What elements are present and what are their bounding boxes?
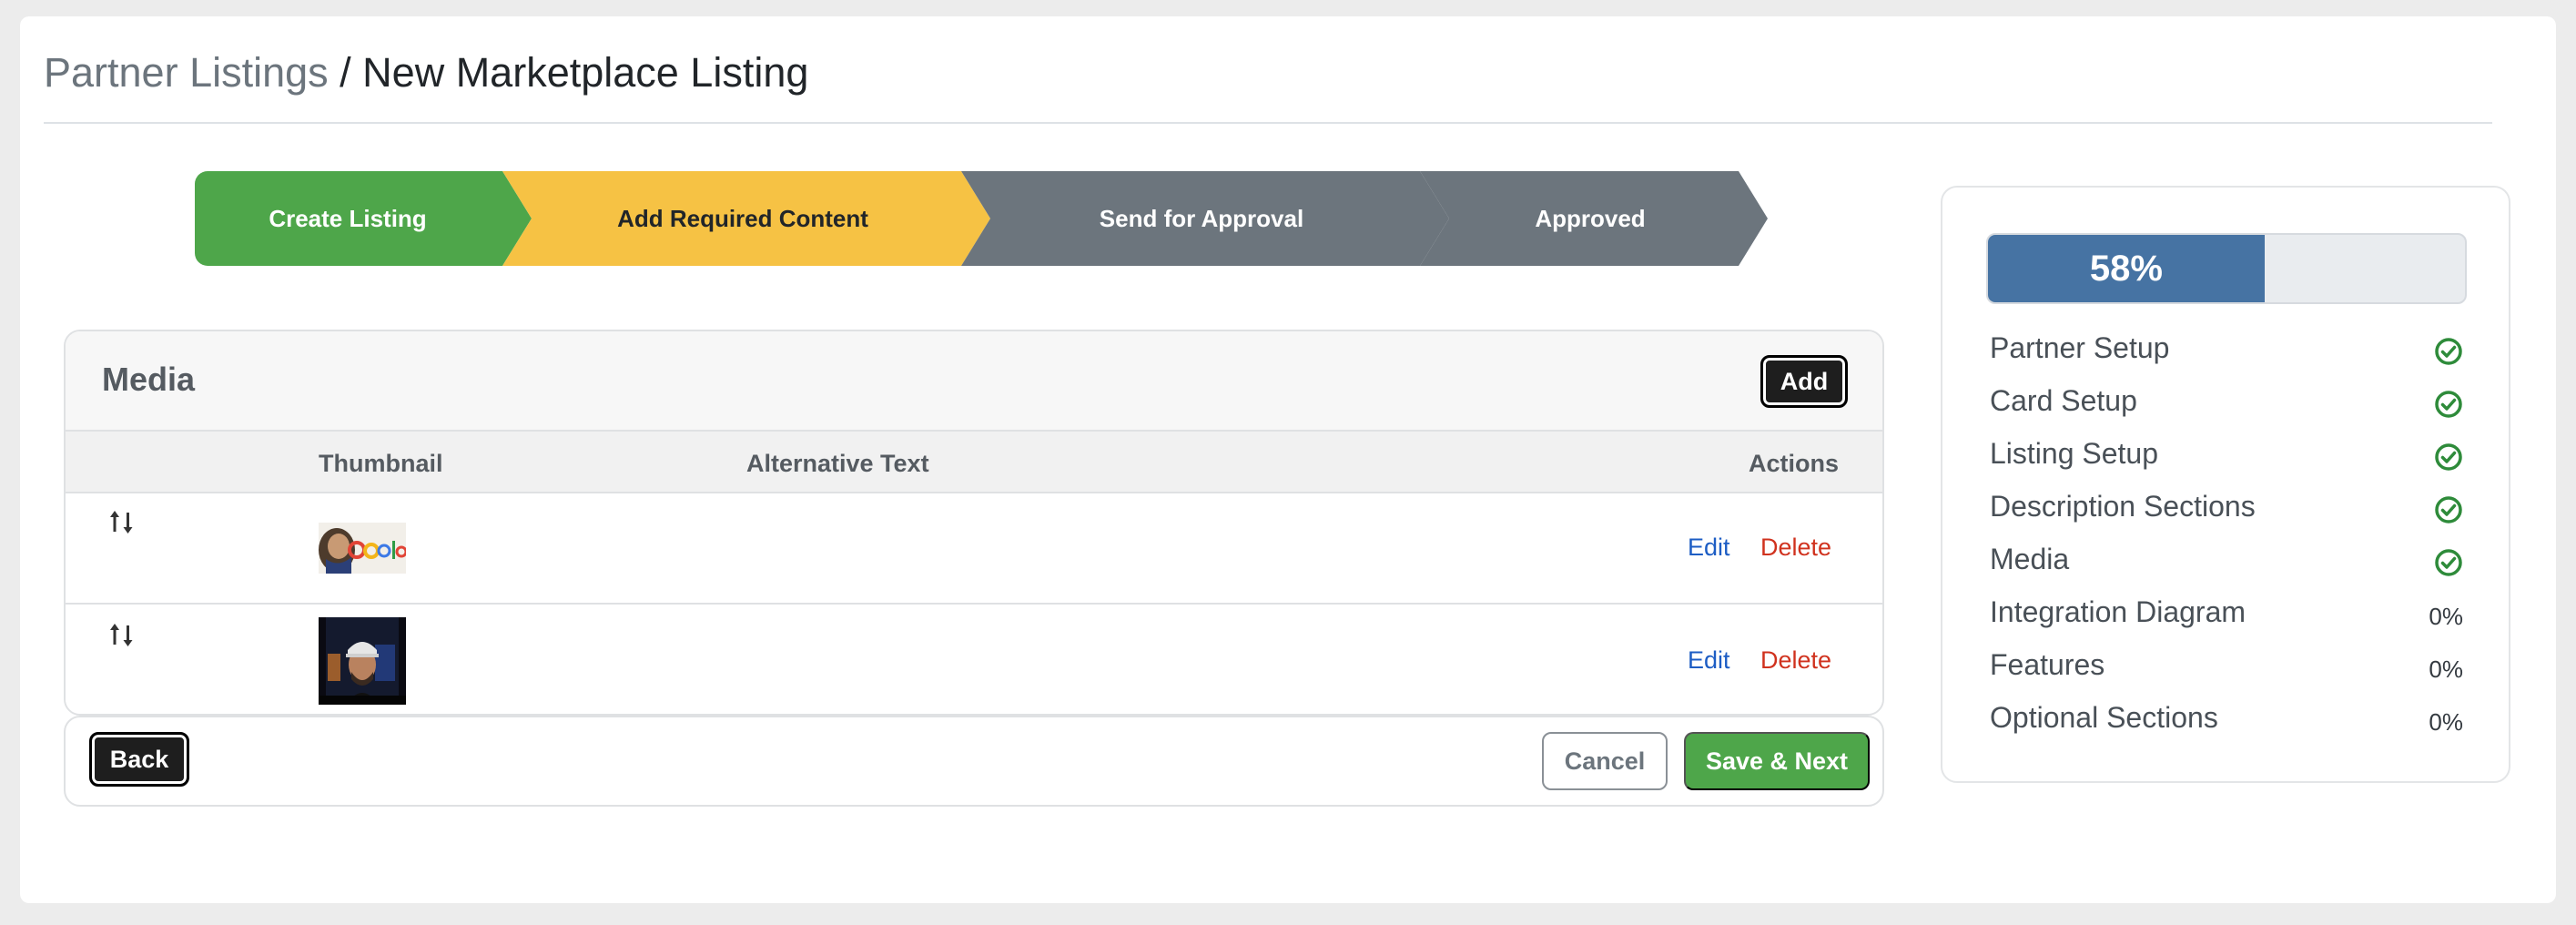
check-circle-icon: [2435, 338, 2462, 365]
checklist-item-partner-setup: Partner Setup: [1990, 324, 2463, 377]
checklist-item-media: Media: [1990, 535, 2463, 588]
edit-media-link[interactable]: Edit: [1688, 646, 1730, 675]
edit-media-link[interactable]: Edit: [1688, 534, 1730, 562]
checklist-label: Card Setup: [1990, 384, 2137, 417]
sort-handle-icon[interactable]: [109, 508, 135, 537]
media-table-header: Thumbnail Alternative Text Actions: [66, 432, 1882, 493]
media-panel: Media Add Thumbnail Alternative Text Act…: [64, 330, 1884, 716]
checklist-item-optional-sections: Optional Sections 0%: [1990, 694, 2463, 747]
cancel-button[interactable]: Cancel: [1542, 732, 1668, 790]
google-logo-thumbnail: [319, 523, 406, 574]
step-add-required-content: Add Required Content: [502, 171, 990, 266]
progress-percent-label: 58%: [2089, 248, 2163, 289]
column-actions: Actions: [1748, 450, 1839, 477]
progress-fill: 58%: [1988, 235, 2265, 302]
checklist-label: Listing Setup: [1990, 437, 2159, 470]
form-actions-bar: Back Cancel Save & Next: [64, 716, 1884, 807]
add-media-button[interactable]: Add: [1760, 355, 1848, 408]
header-divider: [44, 122, 2492, 124]
check-circle-icon: [2435, 391, 2462, 418]
checklist-percent: 0%: [2429, 656, 2463, 683]
sort-handle-icon[interactable]: [109, 621, 135, 650]
checklist-label: Integration Diagram: [1990, 595, 2246, 628]
step-approved: Approved: [1420, 171, 1768, 266]
table-row: Edit Delete: [66, 493, 1882, 605]
media-title: Media: [102, 361, 196, 398]
checklist-label: Features: [1990, 648, 2105, 681]
media-panel-header: Media Add: [66, 331, 1882, 432]
checklist-item-description-sections: Description Sections: [1990, 483, 2463, 535]
step-send-for-approval: Send for Approval: [961, 171, 1449, 266]
completion-progress-card: 58% Partner Setup Card Setup Listing Set…: [1941, 186, 2510, 783]
checklist-item-listing-setup: Listing Setup: [1990, 430, 2463, 483]
breadcrumb-separator: /: [328, 49, 363, 96]
check-circle-icon: [2435, 496, 2462, 523]
checklist-label: Description Sections: [1990, 490, 2256, 523]
delete-media-link[interactable]: Delete: [1760, 646, 1831, 675]
breadcrumb: Partner Listings / New Marketplace Listi…: [44, 46, 808, 100]
checklist-label: Optional Sections: [1990, 701, 2218, 734]
person-video-thumbnail: [319, 617, 406, 705]
back-button[interactable]: Back: [89, 732, 189, 787]
checklist-percent: 0%: [2429, 603, 2463, 630]
column-thumbnail: Thumbnail: [319, 450, 443, 477]
save-next-button[interactable]: Save & Next: [1684, 732, 1870, 790]
table-row: Edit Delete: [66, 606, 1882, 714]
checklist-label: Partner Setup: [1990, 331, 2170, 364]
check-circle-icon: [2435, 549, 2462, 576]
step-create-listing: Create Listing: [195, 171, 532, 266]
checklist-item-integration-diagram: Integration Diagram 0%: [1990, 588, 2463, 641]
checklist-item-features: Features 0%: [1990, 641, 2463, 694]
checklist-percent: 0%: [2429, 708, 2463, 736]
completion-progress-bar: 58%: [1986, 233, 2467, 304]
delete-media-link[interactable]: Delete: [1760, 534, 1831, 562]
checklist-label: Media: [1990, 543, 2070, 575]
check-circle-icon: [2435, 443, 2462, 471]
breadcrumb-partner-listings-link[interactable]: Partner Listings: [44, 49, 329, 96]
checklist-item-card-setup: Card Setup: [1990, 377, 2463, 430]
breadcrumb-current: New Marketplace Listing: [362, 49, 809, 96]
section-checklist: Partner Setup Card Setup Listing Setup D…: [1990, 324, 2463, 747]
column-alt-text: Alternative Text: [746, 450, 929, 477]
